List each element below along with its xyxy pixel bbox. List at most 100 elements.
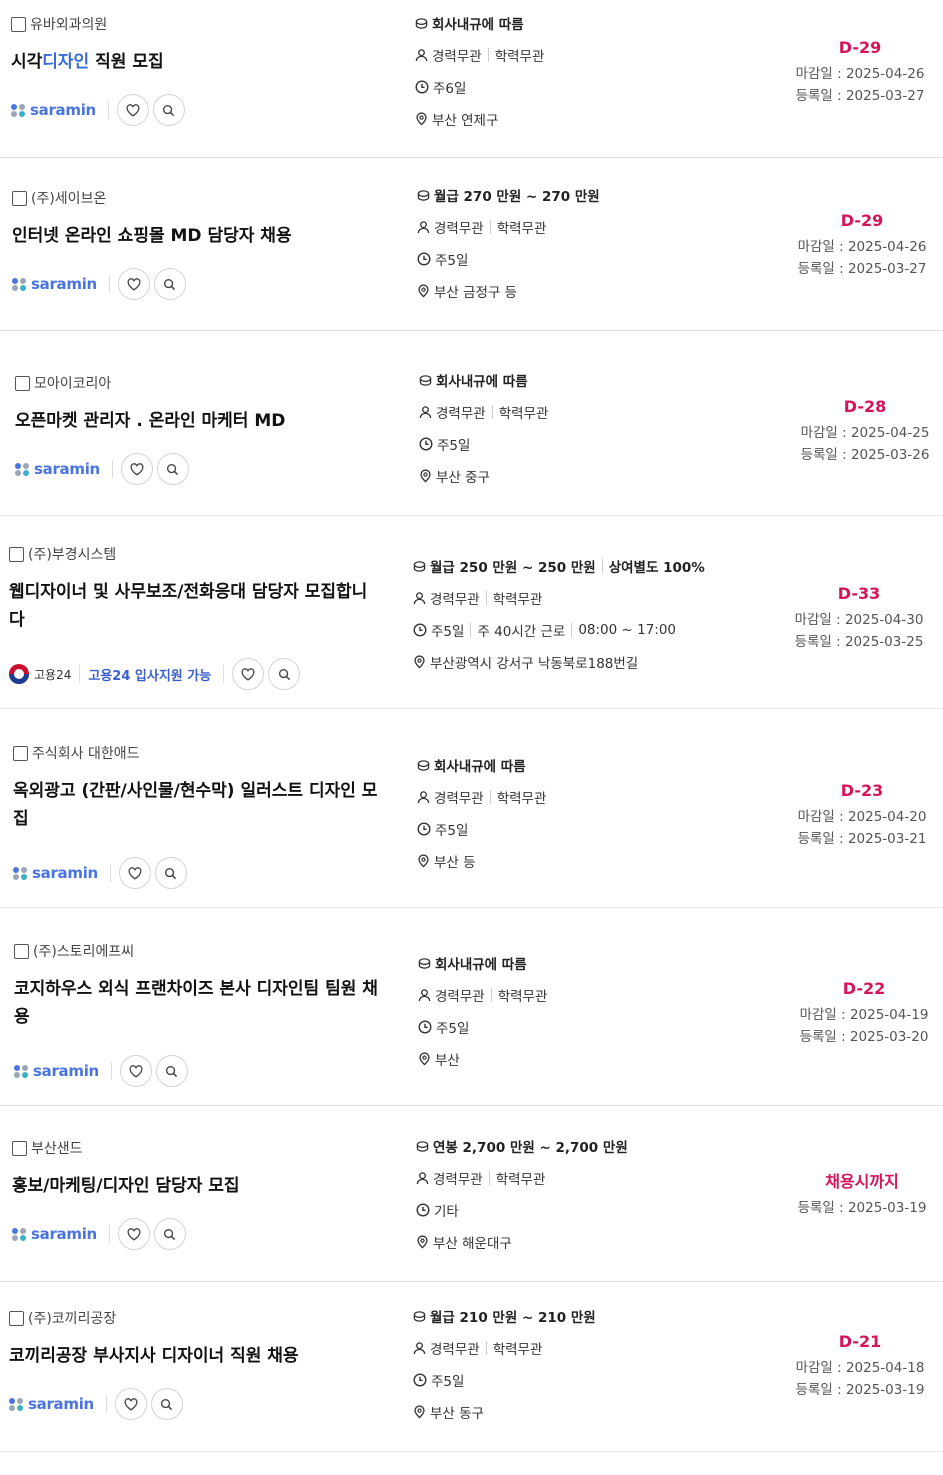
company-name[interactable]: (주)세이브온 [31, 188, 106, 208]
work-schedule-text: 08:00 ~ 17:00 [578, 622, 677, 638]
person-icon [417, 790, 434, 804]
search-company-button[interactable] [156, 453, 189, 485]
like-button[interactable] [119, 1055, 152, 1087]
coin-icon [416, 1140, 433, 1153]
salary-row: 월급 250 만원 ~ 250 만원 상여별도 100% [413, 550, 793, 582]
deadline-date: 마감일 : 2025-04-26 [795, 66, 925, 82]
divider [491, 405, 493, 419]
company-name[interactable]: (주)부경시스템 [28, 544, 116, 564]
location-text: 부산 중구 [436, 470, 490, 486]
like-button[interactable] [118, 857, 151, 889]
heart-icon [124, 1397, 138, 1411]
clock-icon [417, 822, 435, 836]
search-company-button[interactable] [154, 857, 187, 889]
heart-icon [129, 1064, 143, 1078]
job-title-highlight: 디자인 [42, 52, 90, 72]
work-schedule-text: 주5일 [435, 253, 469, 269]
education-text: 학력무관 [498, 406, 549, 422]
career-text: 경력무관 [436, 406, 486, 422]
job-dates: D-21 마감일 : 2025-04-18 등록일 : 2025-03-19 [790, 1331, 930, 1401]
select-checkbox[interactable] [11, 16, 26, 32]
saramin-logo: saramin [13, 864, 98, 882]
like-button[interactable] [232, 658, 265, 690]
job-conditions: 회사내규에 따름 경력무관 학력무관 주5일 부산 등 [417, 749, 797, 877]
salary-text: 회사내규에 따름 [432, 17, 524, 33]
search-icon [164, 867, 177, 880]
clock-icon [419, 437, 437, 451]
select-checkbox[interactable] [15, 375, 30, 391]
location-text: 부산 해운대구 [433, 1236, 512, 1252]
requirement-row: 경력무관 학력무관 [418, 979, 798, 1011]
salary-row: 월급 270 만원 ~ 270 만원 [417, 179, 797, 211]
work-schedule-text: 주5일 [435, 823, 469, 839]
company-name[interactable]: 유바외과의원 [30, 14, 107, 34]
like-button[interactable] [117, 1218, 150, 1250]
education-text: 학력무관 [494, 49, 545, 65]
source-row: saramin [9, 1388, 374, 1420]
job-dates: D-29 마감일 : 2025-04-26 등록일 : 2025-03-27 [790, 37, 930, 107]
career-text: 경력무관 [430, 1342, 480, 1358]
select-checkbox[interactable] [9, 546, 24, 562]
deadline-date: 마감일 : 2025-04-18 [795, 1360, 925, 1376]
company-name[interactable]: 부산샌드 [31, 1138, 83, 1158]
person-icon [417, 220, 434, 234]
person-icon [416, 1171, 433, 1185]
job-title[interactable]: 코끼리공장 부사지사 디자이너 직원 채용 [9, 1342, 374, 1370]
source-row: saramin [12, 268, 377, 300]
like-button[interactable] [114, 1388, 147, 1420]
career-text: 경력무관 [435, 989, 485, 1005]
search-company-button[interactable] [152, 94, 185, 126]
search-icon [166, 463, 179, 476]
select-checkbox[interactable] [14, 943, 29, 959]
select-checkbox[interactable] [12, 1140, 27, 1156]
company-row: 주식회사 대한애드 [13, 743, 378, 763]
saramin-logo: saramin [11, 101, 96, 119]
salary-text: 회사내규에 따름 [436, 374, 528, 390]
coin-icon [413, 1310, 430, 1323]
like-button[interactable] [120, 453, 153, 485]
job-title[interactable]: 홍보/마케팅/디자인 담당자 모집 [12, 1172, 377, 1200]
job-title[interactable]: 코지하우스 외식 프랜차이즈 본사 디자인팀 팀원 채용 [14, 975, 379, 1031]
select-checkbox[interactable] [13, 745, 28, 761]
search-company-button[interactable] [150, 1388, 183, 1420]
like-button[interactable] [117, 268, 150, 300]
job-title[interactable]: 오픈마켓 관리자 . 온라인 마케터 MD [15, 407, 380, 435]
divider [601, 559, 603, 573]
saramin-wordmark: saramin [31, 275, 97, 293]
search-company-button[interactable] [155, 1055, 188, 1087]
clock-icon [413, 1373, 431, 1387]
divider [489, 220, 491, 234]
location-text: 부산 동구 [430, 1406, 484, 1422]
search-company-button[interactable] [153, 1218, 186, 1250]
source-row: saramin [13, 857, 378, 889]
saramin-logo: saramin [12, 1225, 97, 1243]
salary-extra: 상여별도 100% [608, 560, 705, 576]
job-title[interactable]: 시각디자인 직원 모집 [11, 48, 376, 76]
job-title[interactable]: 웹디자이너 및 사무보조/전화응대 담당자 모집합니다 [9, 578, 374, 634]
company-name[interactable]: (주)스토리에프씨 [33, 941, 134, 961]
job-dates: D-29 마감일 : 2025-04-26 등록일 : 2025-03-27 [792, 210, 932, 280]
like-button[interactable] [116, 94, 149, 126]
job-title[interactable]: 인터넷 온라인 쇼핑몰 MD 담당자 채용 [12, 222, 377, 250]
search-icon [162, 104, 175, 117]
company-name[interactable]: (주)코끼리공장 [28, 1308, 116, 1328]
saramin-dots-icon [13, 866, 29, 880]
career-text: 경력무관 [430, 592, 480, 608]
clock-icon [417, 252, 435, 266]
job-title-text: 코지하우스 외식 프랜차이즈 본사 디자인팀 팀원 채용 [14, 979, 378, 1027]
select-checkbox[interactable] [9, 1310, 24, 1326]
search-company-button[interactable] [153, 268, 186, 300]
job-card: 주식회사 대한애드옥외광고 (간판/사인물/현수막) 일러스트 디자인 모집 sa… [0, 709, 943, 908]
divider [105, 1395, 107, 1413]
company-name[interactable]: 모아이코리아 [34, 373, 111, 393]
company-name[interactable]: 주식회사 대한애드 [32, 743, 140, 763]
location-text: 부산광역시 강서구 낙동북로188번길 [430, 656, 639, 672]
search-company-button[interactable] [268, 658, 301, 690]
job-title-text: 웹디자이너 및 사무보조/전화응대 담당자 모집합니다 [9, 582, 368, 630]
job-title[interactable]: 옥외광고 (간판/사인물/현수막) 일러스트 디자인 모집 [13, 777, 378, 833]
divider [489, 790, 491, 804]
select-checkbox[interactable] [12, 190, 27, 206]
pin-icon [419, 469, 436, 483]
job-conditions: 연봉 2,700 만원 ~ 2,700 만원 경력무관 학력무관 기타 부산 해운대구 [416, 1130, 796, 1258]
job-main: (주)스토리에프씨 코지하우스 외식 프랜차이즈 본사 디자인팀 팀원 채용 sar… [14, 941, 379, 1087]
